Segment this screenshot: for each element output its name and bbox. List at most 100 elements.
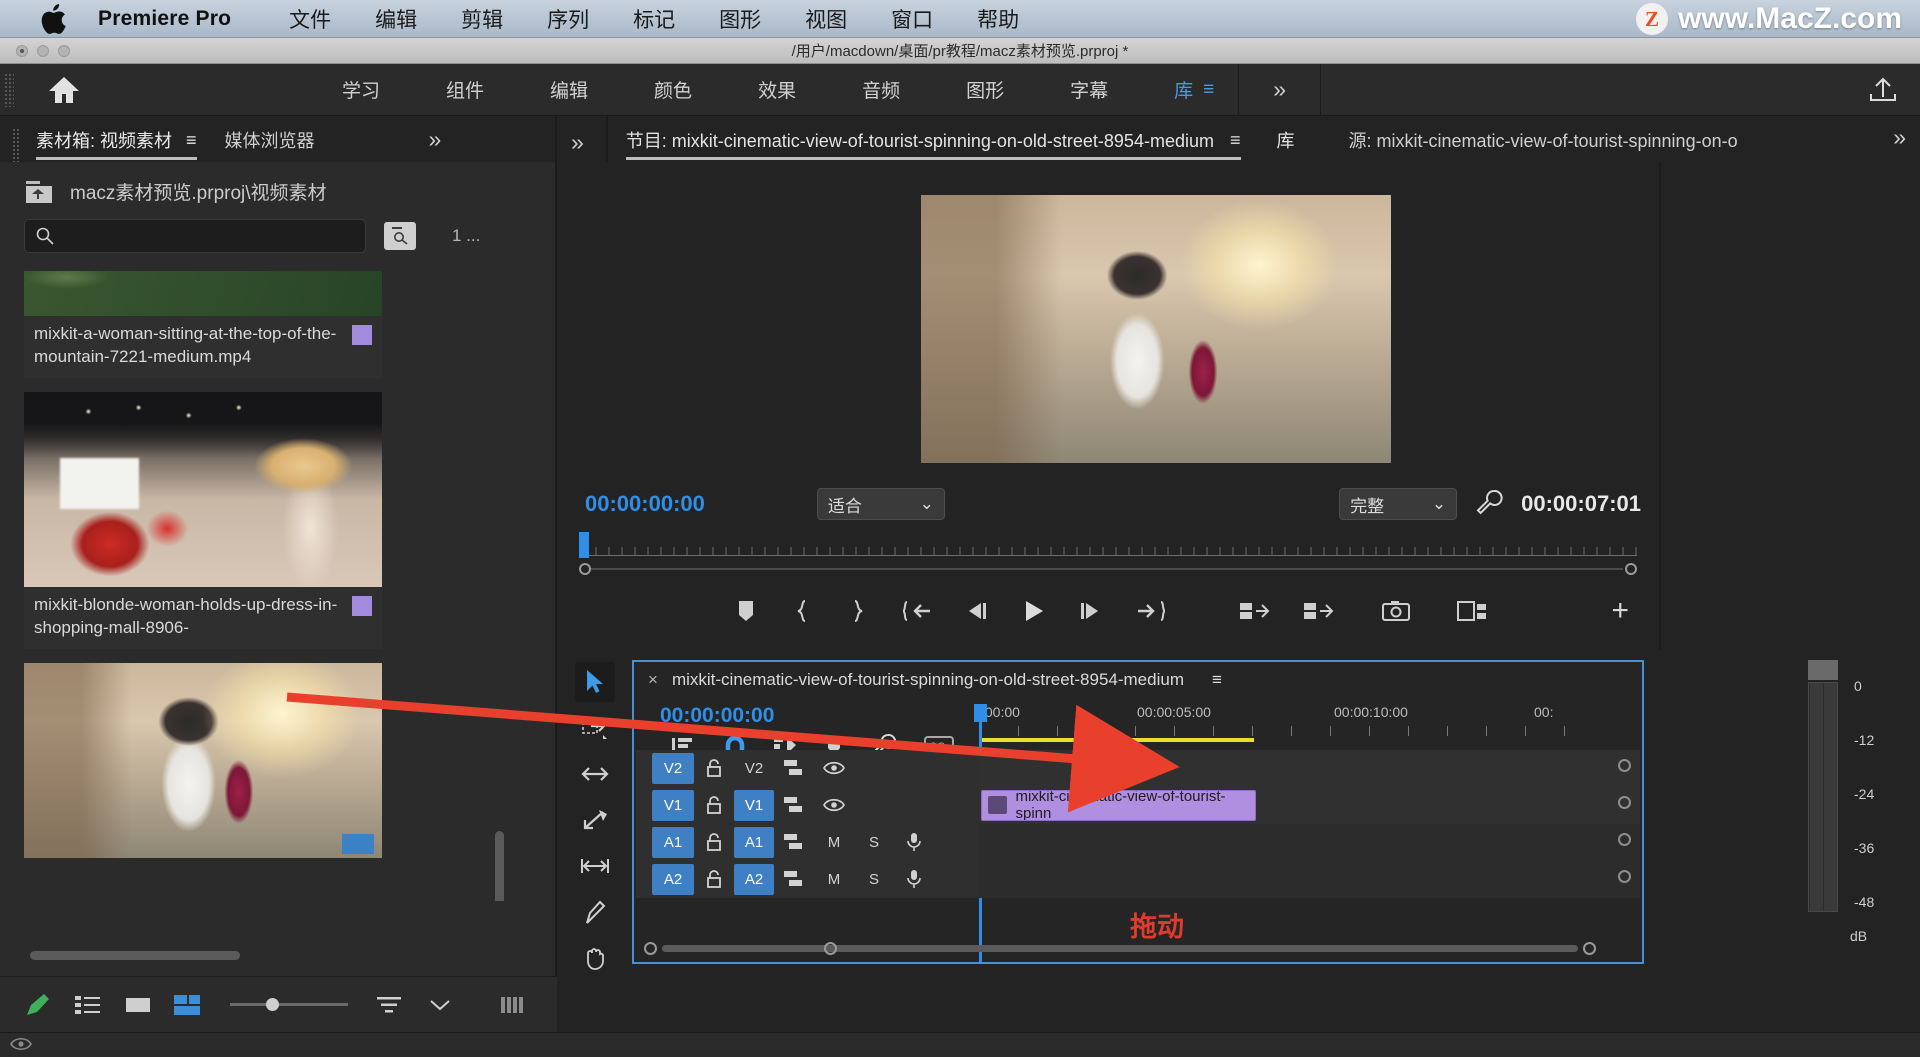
panel-menu-icon[interactable]: ≡ — [186, 130, 197, 151]
track-target-v1[interactable]: V1 — [652, 789, 694, 821]
track-end-handle[interactable] — [1618, 758, 1631, 772]
track-end-handle[interactable] — [1618, 832, 1631, 846]
export-icon[interactable] — [1868, 76, 1898, 109]
close-window-button[interactable] — [16, 45, 28, 57]
track-name-v2[interactable]: V2 — [734, 753, 774, 784]
ripple-edit-icon[interactable] — [575, 754, 615, 794]
go-to-out-icon[interactable] — [1118, 589, 1182, 633]
tab-program-monitor[interactable]: 节目: mixkit-cinematic-view-of-tourist-spi… — [625, 127, 1241, 162]
clip-thumbnail[interactable] — [24, 271, 382, 316]
program-current-timecode[interactable]: 00:00:00:00 — [585, 491, 705, 517]
program-zoom-bar[interactable] — [559, 558, 1659, 578]
parent-folder-icon[interactable] — [24, 180, 54, 204]
sync-lock-icon[interactable] — [774, 864, 814, 895]
sync-lock-icon[interactable] — [774, 753, 814, 784]
zoom-handle-left[interactable] — [579, 563, 591, 575]
timeline-ruler[interactable]: :00:00 00:00:05:00 00:00:10:00 00: — [979, 704, 1596, 748]
menu-item-marker[interactable]: 标记 — [611, 4, 697, 34]
track-body-a1[interactable] — [979, 823, 1640, 861]
step-back-icon[interactable] — [950, 589, 1006, 633]
tab-libraries[interactable]: 库 — [1141, 64, 1203, 116]
scroll-handle-right[interactable] — [1583, 942, 1596, 955]
list-item[interactable]: mixkit-a-woman-sitting-at-the-top-of-the… — [24, 271, 382, 378]
tab-effects[interactable]: 效果 — [725, 64, 829, 116]
hand-tool-icon[interactable] — [575, 938, 615, 978]
chevron-down-icon[interactable] — [424, 990, 456, 1020]
slip-tool-icon[interactable] — [575, 846, 615, 886]
menu-item-view[interactable]: 视图 — [783, 4, 869, 34]
track-name-a1[interactable]: A1 — [734, 826, 774, 858]
menu-item-edit[interactable]: 编辑 — [353, 4, 439, 34]
menu-item-sequence[interactable]: 序列 — [525, 4, 611, 34]
track-end-handle[interactable] — [1618, 795, 1631, 809]
mark-in-icon[interactable] — [774, 589, 830, 633]
tab-source-monitor[interactable]: 源: mixkit-cinematic-view-of-tourist-spin… — [1349, 127, 1738, 162]
microphone-icon[interactable] — [894, 864, 934, 895]
track-select-forward-icon[interactable] — [575, 708, 615, 748]
track-body-v1[interactable]: mixkit-cinematic-view-of-tourist-spinn — [979, 786, 1640, 824]
pen-icon[interactable] — [22, 990, 54, 1020]
program-scrub-ruler[interactable] — [559, 530, 1659, 558]
home-icon[interactable] — [44, 70, 84, 110]
track-target-v2[interactable]: V2 — [652, 752, 694, 784]
zoom-slider[interactable] — [230, 998, 348, 1011]
eye-icon[interactable] — [10, 1036, 32, 1057]
go-to-in-icon[interactable] — [886, 589, 950, 633]
source-overflow-icon[interactable]: » — [1879, 124, 1916, 157]
track-lock-icon[interactable] — [694, 753, 734, 784]
timeline-horizontal-scrollbar[interactable] — [644, 942, 1596, 955]
playback-quality-select[interactable]: 完整 ⌄ — [1339, 488, 1458, 520]
grid-icon[interactable] — [498, 990, 530, 1020]
track-lock-icon[interactable] — [694, 827, 734, 858]
meter-clip-indicator[interactable] — [1808, 660, 1838, 680]
lift-icon[interactable] — [1222, 589, 1286, 633]
track-name-v1[interactable]: V1 — [734, 789, 774, 821]
panel-grip-icon[interactable] — [12, 128, 20, 162]
track-mute-button[interactable]: M — [814, 827, 854, 858]
step-forward-icon[interactable] — [1062, 589, 1118, 633]
find-button[interactable] — [384, 222, 416, 250]
timeline-clip[interactable]: mixkit-cinematic-view-of-tourist-spinn — [981, 789, 1256, 821]
program-video-frame[interactable] — [921, 195, 1391, 463]
window-controls[interactable] — [16, 45, 70, 57]
panel-grip-icon[interactable] — [4, 72, 14, 107]
sync-lock-icon[interactable] — [774, 790, 814, 821]
project-panel-overflow-icon[interactable]: » — [415, 126, 456, 162]
track-target-a2[interactable]: A2 — [652, 863, 694, 895]
play-icon[interactable] — [1006, 589, 1062, 633]
zoom-handle-right[interactable] — [1625, 563, 1637, 575]
track-visibility-icon[interactable] — [814, 790, 854, 821]
tab-captions[interactable]: 字幕 — [1037, 64, 1141, 116]
menu-item-graphics[interactable]: 图形 — [697, 4, 783, 34]
tab-project-bin[interactable]: 素材箱: 视频素材 ≡ — [22, 127, 211, 162]
list-item[interactable] — [24, 662, 382, 858]
zoom-window-button[interactable] — [58, 45, 70, 57]
tab-graphics[interactable]: 图形 — [933, 64, 1037, 116]
track-solo-button[interactable]: S — [854, 864, 894, 895]
comparison-view-icon[interactable] — [1444, 589, 1500, 633]
menu-item-clip[interactable]: 剪辑 — [439, 4, 525, 34]
program-playhead[interactable] — [579, 532, 589, 558]
tab-audio[interactable]: 音频 — [829, 64, 933, 116]
tab-learn[interactable]: 学习 — [309, 64, 413, 116]
mark-in-out-icon[interactable] — [718, 589, 774, 633]
icon-view-icon[interactable] — [122, 990, 154, 1020]
scroll-handle-mid[interactable] — [824, 942, 837, 955]
search-input[interactable] — [63, 227, 343, 245]
panel-menu-icon[interactable]: ≡ — [1212, 670, 1222, 690]
panel-menu-icon[interactable]: ≡ — [1230, 130, 1241, 151]
bin-item-list[interactable]: mixkit-a-woman-sitting-at-the-top-of-the… — [24, 271, 514, 901]
scroll-handle-left[interactable] — [644, 942, 657, 955]
close-icon[interactable]: × — [648, 670, 658, 690]
list-item[interactable]: mixkit-blonde-woman-holds-up-dress-in-sh… — [24, 391, 382, 649]
tab-libraries-panel[interactable]: 库 — [1277, 127, 1295, 162]
track-lock-icon[interactable] — [694, 864, 734, 895]
tab-assembly[interactable]: 组件 — [413, 64, 517, 116]
microphone-icon[interactable] — [894, 827, 934, 858]
work-area-bar[interactable] — [979, 738, 1254, 742]
wrench-icon[interactable] — [1475, 488, 1503, 521]
mark-out-icon[interactable] — [830, 589, 886, 633]
monitor-overflow-icon[interactable]: » — [559, 129, 606, 162]
vertical-scrollbar[interactable] — [495, 831, 504, 901]
scroll-thumb[interactable] — [662, 945, 1578, 952]
